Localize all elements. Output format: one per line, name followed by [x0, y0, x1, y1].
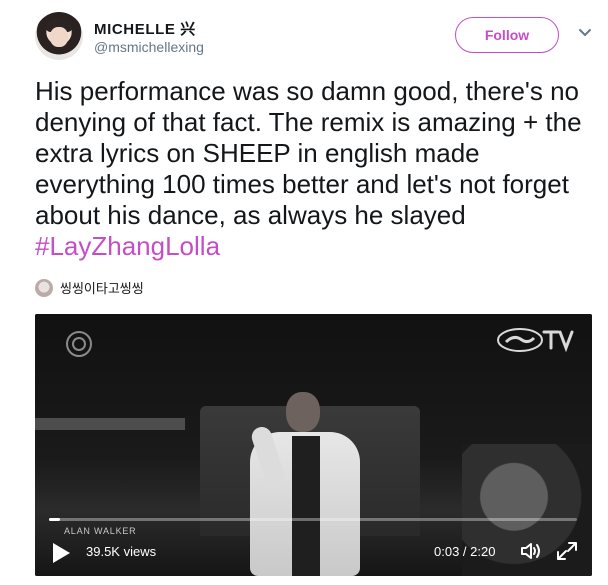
- avatar[interactable]: [35, 12, 83, 60]
- video-player[interactable]: ALAN WALKER 39.5K views 0:03 / 2:20: [35, 314, 592, 576]
- tweet-body: His performance was so damn good, there'…: [35, 76, 589, 230]
- playback-time: 0:03 / 2:20: [434, 544, 496, 559]
- chevron-down-icon[interactable]: [578, 28, 592, 38]
- stage-truss: [35, 418, 185, 430]
- festival-logo-icon: [66, 331, 92, 357]
- fullscreen-icon[interactable]: [555, 540, 579, 562]
- performer-head: [286, 392, 320, 432]
- video-controls: 39.5K views 0:03 / 2:20: [35, 534, 592, 570]
- tweet-text: His performance was so damn good, there'…: [35, 76, 595, 262]
- avatar-face: [50, 27, 68, 47]
- progress-bar[interactable]: [49, 518, 577, 521]
- play-icon[interactable]: [51, 542, 71, 564]
- view-count: 39.5K views: [86, 544, 157, 559]
- follow-button[interactable]: Follow: [455, 17, 559, 53]
- hashtag-link[interactable]: #LayZhangLolla: [35, 231, 220, 261]
- display-name[interactable]: MICHELLE 兴: [94, 18, 196, 39]
- tagged-user-name[interactable]: 씽씽이타고씽씽: [60, 278, 144, 297]
- user-handle[interactable]: @msmichellexing: [94, 39, 204, 55]
- progress-fill: [49, 518, 60, 521]
- redbull-tv-logo-icon: [497, 328, 574, 353]
- volume-icon[interactable]: [519, 540, 543, 562]
- tagged-user-avatar: [35, 279, 53, 297]
